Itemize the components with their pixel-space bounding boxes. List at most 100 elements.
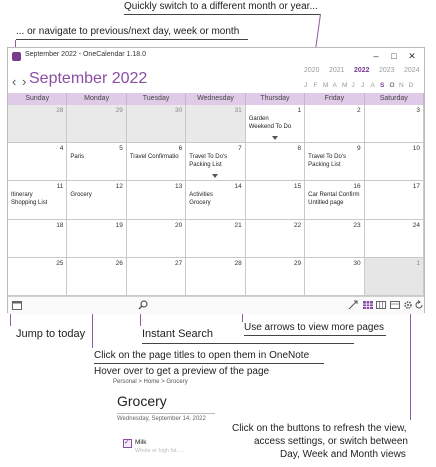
month-switch-5[interactable]: J	[352, 82, 355, 89]
day-cell[interactable]: 22	[245, 219, 306, 258]
month-title: September 2022	[29, 70, 148, 87]
year-2024[interactable]: 2024	[404, 67, 420, 74]
day-cell[interactable]: 19	[67, 219, 127, 258]
day-cell[interactable]: 28	[8, 105, 68, 144]
refresh-icon[interactable]	[414, 300, 424, 310]
month-switch-4[interactable]: M	[342, 82, 347, 89]
maximize-button[interactable]: □	[386, 49, 402, 63]
calendar-today-icon[interactable]	[12, 300, 22, 310]
year-2023[interactable]: 2023	[379, 67, 395, 74]
weekday-header: Saturday	[364, 93, 424, 105]
day-number: 23	[353, 221, 361, 229]
day-number: 3	[416, 107, 420, 114]
month-switch-8[interactable]: S	[380, 82, 384, 89]
day-cell[interactable]: 13	[126, 181, 187, 220]
day-cell[interactable]: 30	[305, 257, 365, 296]
day-cell[interactable]: 17	[364, 181, 424, 220]
day-cell[interactable]: 29	[245, 257, 306, 296]
year-2022[interactable]: 2022	[354, 67, 370, 74]
day-number: 26	[115, 259, 123, 267]
day-cell[interactable]: 25	[8, 257, 68, 296]
page-title-link[interactable]: Travel Confirmatio	[130, 153, 179, 161]
day-cell[interactable]: 16 Car Rental Confirm Untitled page	[305, 181, 365, 220]
day-cell[interactable]: 3	[364, 105, 424, 144]
weekday-header: Friday	[305, 93, 365, 105]
page-title-link[interactable]: Paris	[70, 153, 84, 161]
day-cell[interactable]: 30	[126, 105, 187, 144]
day-cell[interactable]: 5 Paris	[67, 143, 127, 182]
month-view-icon[interactable]	[363, 300, 373, 310]
day-cell[interactable]: 1	[364, 257, 424, 296]
month-switch-9[interactable]: O	[390, 82, 395, 89]
page-title-link[interactable]: Travel To Do's	[189, 153, 227, 161]
bottom-toolbar	[8, 296, 424, 314]
page-title-link[interactable]: Weekend To Do	[249, 123, 291, 131]
page-title-link[interactable]: Packing List	[189, 161, 221, 169]
day-cell[interactable]: 15	[245, 181, 306, 220]
settings-icon[interactable]	[403, 300, 413, 310]
page-title-link[interactable]: Packing List	[308, 161, 340, 169]
prev-next-arrows-icon[interactable]: ‹ ›	[12, 74, 27, 89]
day-cell[interactable]: 10	[364, 143, 424, 182]
year-2020[interactable]: 2020	[304, 67, 320, 74]
day-cell[interactable]: 9 Travel To Do's Packing List	[305, 143, 365, 182]
day-number: 24	[412, 221, 420, 229]
page-title-link[interactable]: Activities	[189, 191, 213, 199]
minimize-button[interactable]: –	[368, 49, 384, 63]
day-number: 15	[293, 183, 302, 191]
more-pages-arrow-icon[interactable]	[271, 136, 278, 141]
page-title-link[interactable]: Itinerary	[11, 191, 33, 199]
weekday-header: Wednesday	[186, 93, 246, 105]
page-title-link[interactable]: Car Rental Confirm	[308, 191, 359, 199]
page-title-link[interactable]: Grocery	[70, 191, 91, 199]
day-view-icon[interactable]	[390, 300, 400, 310]
day-cell[interactable]: 26	[67, 257, 127, 296]
annotation-quick-switch: Quickly switch to a different month or y…	[124, 1, 318, 12]
day-cell[interactable]: 29	[67, 105, 127, 144]
day-cell[interactable]: 4	[8, 143, 68, 182]
day-cell[interactable]: 20	[126, 219, 187, 258]
day-number: 10	[412, 145, 420, 153]
page-title-link[interactable]: Untitled page	[308, 199, 343, 207]
week-view-icon[interactable]	[376, 300, 386, 310]
preview-breadcrumb: Personal > Home > Grocery	[113, 379, 188, 385]
day-cell[interactable]: 11 Itinerary Shopping List	[8, 181, 68, 220]
day-cell[interactable]: 24	[364, 219, 424, 258]
day-cell[interactable]: 14 Activities Grocery	[186, 181, 246, 220]
day-cell[interactable]: 1 Garden Weekend To Do	[245, 105, 306, 144]
month-switch-2[interactable]: M	[323, 82, 328, 89]
day-cell[interactable]: 2	[305, 105, 365, 144]
page-title-link[interactable]: Garden	[249, 115, 269, 123]
month-switch-11[interactable]: D	[409, 82, 414, 89]
day-cell[interactable]: 31	[186, 105, 246, 144]
month-switch-1[interactable]: F	[314, 82, 318, 89]
day-cell[interactable]: 23	[305, 219, 365, 258]
page-preview: Personal > Home > Grocery Grocery Wednes…	[113, 373, 223, 465]
title-bar: September 2022 - OneCalendar 1.18.0 – □ …	[8, 48, 424, 66]
day-cell[interactable]: 7 Travel To Do's Packing List	[186, 143, 246, 182]
month-switch-0[interactable]: J	[304, 82, 307, 89]
day-number: 9	[356, 145, 361, 153]
day-cell[interactable]: 12 Grocery	[67, 181, 127, 220]
close-button[interactable]: ✕	[404, 49, 420, 63]
month-switch-10[interactable]: N	[399, 82, 404, 89]
day-cell[interactable]: 18	[8, 219, 68, 258]
page-title-link[interactable]: Travel To Do's	[308, 153, 346, 161]
arrows-icon[interactable]	[348, 300, 358, 310]
page-title-link[interactable]: Shopping List	[11, 199, 47, 207]
day-cell[interactable]: 6 Travel Confirmatio	[126, 143, 187, 182]
day-cell[interactable]: 28	[186, 257, 246, 296]
day-number: 1	[416, 259, 420, 267]
month-switch-3[interactable]: A	[333, 82, 337, 89]
month-switch-7[interactable]: A	[371, 82, 375, 89]
search-icon[interactable]	[138, 300, 148, 310]
day-number: 18	[56, 221, 64, 229]
day-number: 12	[115, 183, 123, 191]
day-cell[interactable]: 27	[126, 257, 187, 296]
more-pages-arrow-icon[interactable]	[212, 174, 219, 179]
day-cell[interactable]: 21	[186, 219, 246, 258]
page-title-link[interactable]: Grocery	[189, 199, 210, 207]
year-2021[interactable]: 2021	[329, 67, 345, 74]
day-cell[interactable]: 8	[245, 143, 306, 182]
month-switch-6[interactable]: J	[361, 82, 364, 89]
